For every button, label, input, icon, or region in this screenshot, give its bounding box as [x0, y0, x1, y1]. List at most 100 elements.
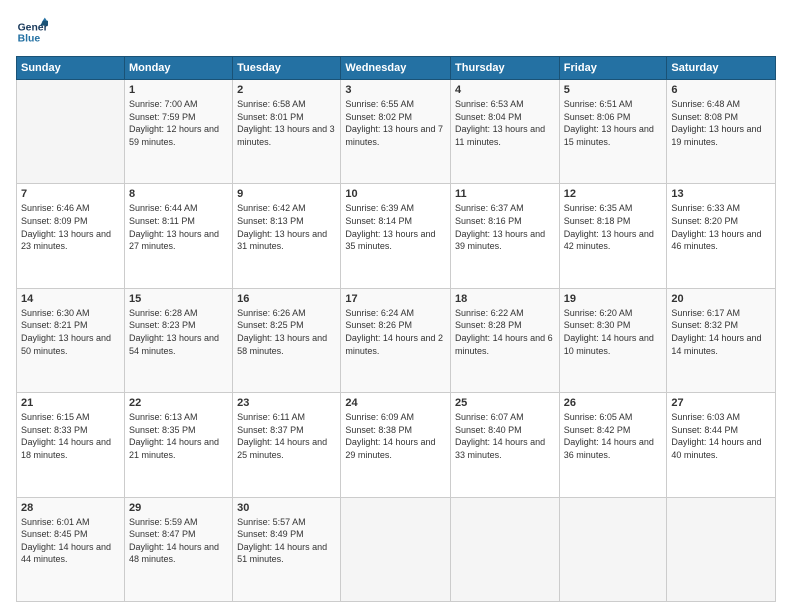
- calendar-cell: 14Sunrise: 6:30 AMSunset: 8:21 PMDayligh…: [17, 288, 125, 392]
- calendar-header: SundayMondayTuesdayWednesdayThursdayFrid…: [17, 57, 776, 80]
- calendar-cell: 11 Sunrise: 6:37 AMSunset: 8:16 PMDayligh…: [451, 184, 560, 288]
- day-number: 30: [237, 502, 336, 514]
- calendar-cell: 23 Sunrise: 6:11 AMSunset: 8:37 PMDayligh…: [233, 393, 341, 497]
- calendar-cell: 27 Sunrise: 6:03 AMSunset: 8:44 PMDayligh…: [667, 393, 776, 497]
- day-number: 6: [671, 84, 771, 96]
- calendar-cell: 18Sunrise: 6:22 AMSunset: 8:28 PMDayligh…: [451, 288, 560, 392]
- day-info: Sunrise: 5:59 AMSunset: 8:47 PMDaylight:…: [129, 516, 228, 566]
- week-row-4: 28 Sunrise: 6:01 AMSunset: 8:45 PMDayligh…: [17, 497, 776, 601]
- day-number: 28: [21, 502, 120, 514]
- day-info: Sunrise: 6:30 AMSunset: 8:21 PMDaylight:…: [21, 307, 120, 357]
- weekday-monday: Monday: [124, 57, 232, 80]
- day-number: 12: [564, 188, 663, 200]
- svg-text:Blue: Blue: [18, 34, 41, 45]
- day-info: Sunrise: 6:03 AMSunset: 8:44 PMDaylight:…: [671, 411, 771, 461]
- day-info: Sunrise: 6:07 AMSunset: 8:40 PMDaylight:…: [455, 411, 555, 461]
- day-info: Sunrise: 6:53 AMSunset: 8:04 PMDaylight:…: [455, 98, 555, 148]
- weekday-saturday: Saturday: [667, 57, 776, 80]
- day-number: 3: [345, 84, 446, 96]
- calendar-cell: [451, 497, 560, 601]
- day-info: Sunrise: 6:42 AMSunset: 8:13 PMDaylight:…: [237, 202, 336, 252]
- calendar-cell: 2 Sunrise: 6:58 AMSunset: 8:01 PMDaylight…: [233, 80, 341, 184]
- calendar-page: General Blue SundayMondayTuesdayWednesda…: [0, 0, 792, 612]
- calendar-cell: 30 Sunrise: 5:57 AMSunset: 8:49 PMDayligh…: [233, 497, 341, 601]
- calendar-cell: 6 Sunrise: 6:48 AMSunset: 8:08 PMDaylight…: [667, 80, 776, 184]
- day-info: Sunrise: 6:58 AMSunset: 8:01 PMDaylight:…: [237, 98, 336, 148]
- calendar-cell: 15Sunrise: 6:28 AMSunset: 8:23 PMDayligh…: [124, 288, 232, 392]
- day-number: 27: [671, 397, 771, 409]
- day-number: 21: [21, 397, 120, 409]
- day-number: 20: [671, 293, 771, 305]
- day-number: 24: [345, 397, 446, 409]
- calendar-cell: 20Sunrise: 6:17 AMSunset: 8:32 PMDayligh…: [667, 288, 776, 392]
- logo-icon: General Blue: [16, 16, 48, 48]
- calendar-table: SundayMondayTuesdayWednesdayThursdayFrid…: [16, 56, 776, 602]
- calendar-cell: 3 Sunrise: 6:55 AMSunset: 8:02 PMDaylight…: [341, 80, 451, 184]
- calendar-cell: 17 Sunrise: 6:24 AMSunset: 8:26 PMDayligh…: [341, 288, 451, 392]
- day-info: Sunrise: 6:01 AMSunset: 8:45 PMDaylight:…: [21, 516, 120, 566]
- day-number: 1: [129, 84, 228, 96]
- day-info: Sunrise: 6:46 AMSunset: 8:09 PMDaylight:…: [21, 202, 120, 252]
- day-info: Sunrise: 6:24 AMSunset: 8:26 PMDaylight:…: [345, 307, 446, 357]
- day-number: 10: [345, 188, 446, 200]
- calendar-cell: [559, 497, 667, 601]
- day-number: 13: [671, 188, 771, 200]
- day-info: Sunrise: 6:20 AMSunset: 8:30 PMDaylight:…: [564, 307, 663, 357]
- calendar-cell: 12 Sunrise: 6:35 AMSunset: 8:18 PMDayligh…: [559, 184, 667, 288]
- day-info: Sunrise: 6:11 AMSunset: 8:37 PMDaylight:…: [237, 411, 336, 461]
- calendar-cell: 29Sunrise: 5:59 AMSunset: 8:47 PMDayligh…: [124, 497, 232, 601]
- day-number: 2: [237, 84, 336, 96]
- day-info: Sunrise: 5:57 AMSunset: 8:49 PMDaylight:…: [237, 516, 336, 566]
- calendar-cell: 24Sunrise: 6:09 AMSunset: 8:38 PMDayligh…: [341, 393, 451, 497]
- day-info: Sunrise: 6:55 AMSunset: 8:02 PMDaylight:…: [345, 98, 446, 148]
- week-row-1: 7 Sunrise: 6:46 AMSunset: 8:09 PMDaylight…: [17, 184, 776, 288]
- calendar-cell: 26 Sunrise: 6:05 AMSunset: 8:42 PMDayligh…: [559, 393, 667, 497]
- day-info: Sunrise: 6:35 AMSunset: 8:18 PMDaylight:…: [564, 202, 663, 252]
- calendar-cell: 5 Sunrise: 6:51 AMSunset: 8:06 PMDaylight…: [559, 80, 667, 184]
- day-info: Sunrise: 6:39 AMSunset: 8:14 PMDaylight:…: [345, 202, 446, 252]
- calendar-body: 1 Sunrise: 7:00 AMSunset: 7:59 PMDaylight…: [17, 80, 776, 602]
- calendar-cell: 13Sunrise: 6:33 AMSunset: 8:20 PMDayligh…: [667, 184, 776, 288]
- day-info: Sunrise: 6:44 AMSunset: 8:11 PMDaylight:…: [129, 202, 228, 252]
- day-info: Sunrise: 6:48 AMSunset: 8:08 PMDaylight:…: [671, 98, 771, 148]
- calendar-cell: 16 Sunrise: 6:26 AMSunset: 8:25 PMDayligh…: [233, 288, 341, 392]
- day-number: 5: [564, 84, 663, 96]
- calendar-cell: 19 Sunrise: 6:20 AMSunset: 8:30 PMDayligh…: [559, 288, 667, 392]
- weekday-friday: Friday: [559, 57, 667, 80]
- calendar-cell: 25 Sunrise: 6:07 AMSunset: 8:40 PMDayligh…: [451, 393, 560, 497]
- calendar-cell: 9 Sunrise: 6:42 AMSunset: 8:13 PMDaylight…: [233, 184, 341, 288]
- weekday-tuesday: Tuesday: [233, 57, 341, 80]
- week-row-2: 14Sunrise: 6:30 AMSunset: 8:21 PMDayligh…: [17, 288, 776, 392]
- logo: General Blue: [16, 16, 52, 48]
- day-number: 23: [237, 397, 336, 409]
- calendar-cell: 1 Sunrise: 7:00 AMSunset: 7:59 PMDaylight…: [124, 80, 232, 184]
- day-info: Sunrise: 6:51 AMSunset: 8:06 PMDaylight:…: [564, 98, 663, 148]
- day-number: 17: [345, 293, 446, 305]
- day-number: 26: [564, 397, 663, 409]
- day-number: 25: [455, 397, 555, 409]
- weekday-thursday: Thursday: [451, 57, 560, 80]
- calendar-cell: 21 Sunrise: 6:15 AMSunset: 8:33 PMDayligh…: [17, 393, 125, 497]
- day-info: Sunrise: 7:00 AMSunset: 7:59 PMDaylight:…: [129, 98, 228, 148]
- calendar-cell: 10 Sunrise: 6:39 AMSunset: 8:14 PMDayligh…: [341, 184, 451, 288]
- day-number: 19: [564, 293, 663, 305]
- day-number: 9: [237, 188, 336, 200]
- day-number: 7: [21, 188, 120, 200]
- day-number: 11: [455, 188, 555, 200]
- day-info: Sunrise: 6:05 AMSunset: 8:42 PMDaylight:…: [564, 411, 663, 461]
- day-number: 16: [237, 293, 336, 305]
- day-number: 22: [129, 397, 228, 409]
- day-number: 4: [455, 84, 555, 96]
- calendar-cell: 4 Sunrise: 6:53 AMSunset: 8:04 PMDaylight…: [451, 80, 560, 184]
- calendar-cell: [17, 80, 125, 184]
- weekday-header-row: SundayMondayTuesdayWednesdayThursdayFrid…: [17, 57, 776, 80]
- header: General Blue: [16, 16, 776, 48]
- day-info: Sunrise: 6:13 AMSunset: 8:35 PMDaylight:…: [129, 411, 228, 461]
- day-info: Sunrise: 6:15 AMSunset: 8:33 PMDaylight:…: [21, 411, 120, 461]
- calendar-cell: [667, 497, 776, 601]
- week-row-3: 21 Sunrise: 6:15 AMSunset: 8:33 PMDayligh…: [17, 393, 776, 497]
- day-info: Sunrise: 6:28 AMSunset: 8:23 PMDaylight:…: [129, 307, 228, 357]
- day-number: 8: [129, 188, 228, 200]
- day-info: Sunrise: 6:37 AMSunset: 8:16 PMDaylight:…: [455, 202, 555, 252]
- day-info: Sunrise: 6:26 AMSunset: 8:25 PMDaylight:…: [237, 307, 336, 357]
